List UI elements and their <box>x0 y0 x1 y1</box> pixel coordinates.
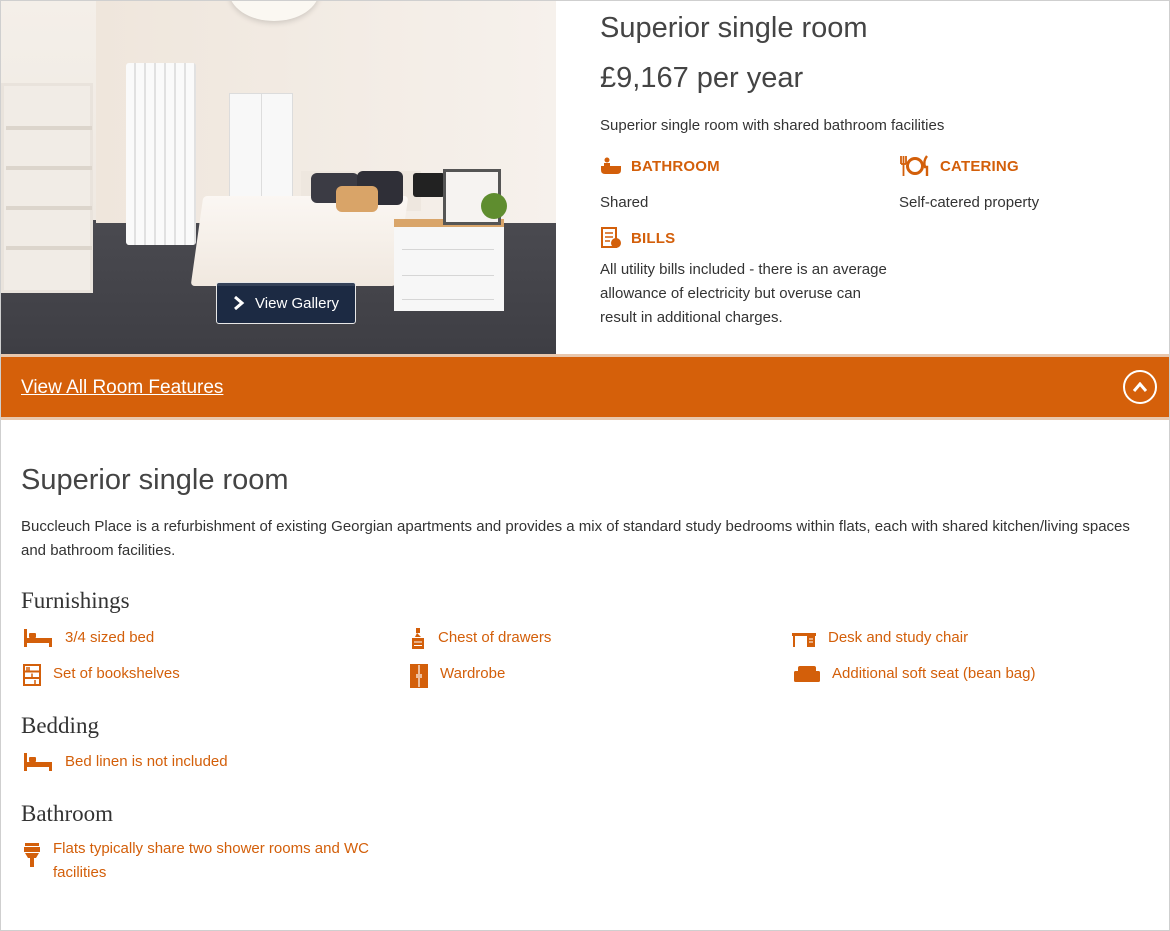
furnishing-item-wardrobe[interactable]: Wardrobe <box>410 662 505 688</box>
bathroom-value: Shared <box>600 194 649 211</box>
bathroom-heading: Bathroom <box>21 801 113 826</box>
chevron-right-icon <box>234 296 245 310</box>
bathroom-item-shower[interactable]: Flats typically share two shower rooms a… <box>23 837 393 885</box>
furnishing-label: Chest of drawers <box>438 629 552 646</box>
cutlery-icon <box>900 155 929 176</box>
photo-wardrobe <box>229 93 293 211</box>
furnishing-label: Set of bookshelves <box>53 665 180 682</box>
furnishing-item-chest-of-drawers[interactable]: Chest of drawers <box>410 626 551 650</box>
catering-label: CATERING <box>940 157 1019 175</box>
desk-icon <box>792 633 816 647</box>
shower-icon <box>24 843 40 867</box>
photo-cushion <box>336 186 378 212</box>
catering-value: Self-catered property <box>899 194 1040 211</box>
furnishing-label: Desk and study chair <box>828 629 969 646</box>
bed-icon <box>24 629 52 647</box>
furnishing-label: Wardrobe <box>440 665 506 682</box>
furnishings-heading: Furnishings <box>21 588 130 613</box>
furnishing-item-bookshelves[interactable]: Set of bookshelves <box>23 662 180 686</box>
view-gallery-button[interactable]: View Gallery <box>216 282 356 324</box>
furnishing-item-desk[interactable]: Desk and study chair <box>792 626 968 650</box>
room-price: £9,167 per year <box>600 62 804 94</box>
wardrobe-icon <box>410 664 428 688</box>
view-all-room-features-link[interactable]: View All Room Features <box>21 377 223 399</box>
bedding-label: Bed linen is not included <box>65 753 228 770</box>
bills-feature: BILLS All utility bills included - there… <box>600 227 890 330</box>
bedding-item-linen[interactable]: Bed linen is not included <box>23 750 228 774</box>
sofa-icon <box>794 666 820 682</box>
detail-description: Buccleuch Place is a refurbishment of ex… <box>21 518 1130 559</box>
collapse-features-button[interactable] <box>1123 370 1157 404</box>
bathroom-feature: BATHROOM Shared <box>600 155 720 215</box>
chevron-up-icon <box>1133 382 1147 392</box>
photo-drawers <box>394 219 504 311</box>
room-features-bar: View All Room Features <box>1 354 1169 420</box>
bathroom-label: BATHROOM <box>631 157 720 175</box>
photo-lamp <box>413 173 445 197</box>
bills-label: BILLS <box>631 229 676 247</box>
chest-of-drawers-icon <box>412 628 424 649</box>
catering-feature: CATERING Self-catered property <box>899 155 1039 215</box>
room-title: Superior single room <box>600 12 868 44</box>
bedding-heading: Bedding <box>21 713 99 738</box>
photo-bookshelf <box>1 83 93 293</box>
room-photo: View Gallery <box>1 1 556 354</box>
photo-radiator <box>126 63 196 245</box>
view-gallery-label: View Gallery <box>255 294 339 312</box>
furnishing-item-bed[interactable]: 3/4 sized bed <box>23 626 154 650</box>
furnishing-item-soft-seat[interactable]: Additional soft seat (bean bag) <box>794 662 1035 686</box>
bookshelf-icon <box>23 664 41 686</box>
furnishing-label: 3/4 sized bed <box>65 629 155 646</box>
detail-title: Superior single room <box>21 464 289 496</box>
bed-icon <box>24 753 52 771</box>
bathroom-label: Flats typically share two shower rooms a… <box>53 840 369 881</box>
room-short-description: Superior single room with shared bathroo… <box>600 117 945 134</box>
bill-icon <box>601 227 621 248</box>
photo-plant <box>481 193 507 219</box>
furnishing-label: Additional soft seat (bean bag) <box>832 665 1036 682</box>
bills-value: All utility bills included - there is an… <box>600 261 887 326</box>
bath-icon <box>601 157 621 174</box>
